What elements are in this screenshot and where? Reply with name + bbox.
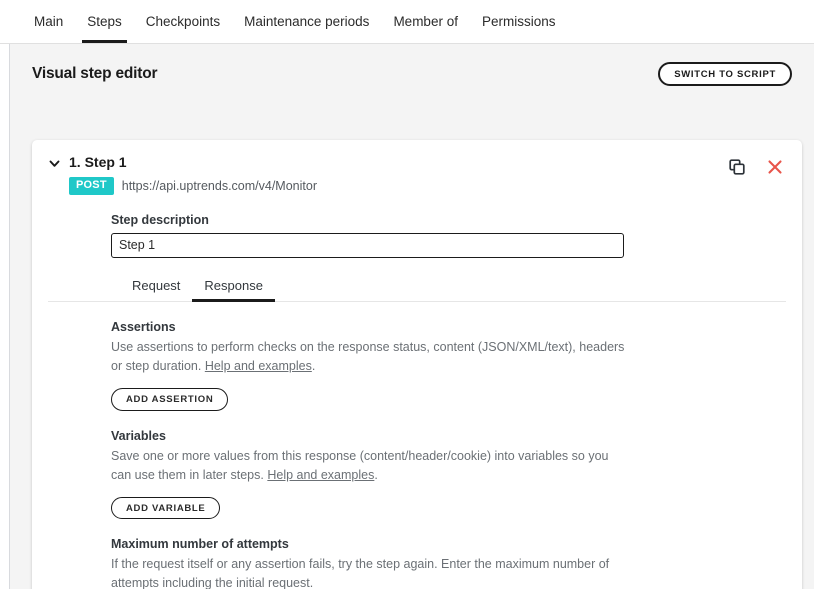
left-rail [0, 44, 10, 589]
variables-help-link[interactable]: Help and examples [267, 468, 374, 482]
status-badge: POST [69, 177, 114, 195]
assertions-title: Assertions [111, 319, 176, 334]
max-attempts-description: If the request itself or any assertion f… [111, 557, 610, 589]
copy-icon[interactable] [728, 158, 746, 176]
visual-step-editor-panel: Visual step editor SWITCH TO SCRIPT 1. S… [10, 44, 814, 589]
step-card: 1. Step 1 POST https://api.uptrends.com/… [32, 140, 802, 589]
tab-member-of-label: Member of [393, 14, 458, 29]
assertions-description: Use assertions to perform checks on the … [111, 338, 626, 376]
step-header: 1. Step 1 POST https://api.uptrends.com/… [32, 140, 802, 195]
tab-request-label: Request [132, 277, 181, 293]
assertions-description-suffix: . [311, 358, 316, 373]
tab-checkpoints-label: Checkpoints [145, 14, 221, 29]
max-attempts-section: Maximum number of attempts If the reques… [48, 537, 786, 589]
variables-description-suffix: . [374, 467, 378, 482]
variables-section: Variables Save one or more values from t… [48, 429, 786, 520]
tab-steps-label: Steps [87, 14, 122, 29]
assertions-section: Assertions Use assertions to perform che… [48, 320, 786, 411]
page-shell: Visual step editor SWITCH TO SCRIPT 1. S… [0, 44, 814, 589]
tab-request[interactable]: Request [120, 278, 192, 302]
add-assertion-button[interactable]: ADD ASSERTION [111, 388, 229, 411]
editor-header: Visual step editor SWITCH TO SCRIPT [10, 44, 814, 88]
main-tab-bar: Main Steps Checkpoints Maintenance perio… [0, 0, 814, 44]
step-description-input[interactable] [111, 232, 624, 258]
step-subtabs: Request Response [120, 278, 786, 302]
step-description-label: Step description [111, 212, 209, 227]
chevron-down-icon[interactable] [48, 154, 64, 175]
variables-title: Variables [111, 428, 166, 443]
tab-permissions[interactable]: Permissions [470, 0, 568, 43]
step-header-main: 1. Step 1 POST https://api.uptrends.com/… [64, 154, 728, 195]
tab-checkpoints[interactable]: Checkpoints [134, 0, 232, 43]
tab-permissions-label: Permissions [481, 14, 556, 29]
add-assertion-wrap: ADD ASSERTION [111, 388, 786, 411]
tab-member-of[interactable]: Member of [381, 0, 470, 43]
step-url: https://api.uptrends.com/v4/Monitor [121, 178, 317, 193]
tab-steps[interactable]: Steps [75, 0, 134, 43]
max-attempts-title: Maximum number of attempts [111, 537, 289, 552]
step-card-body: Step description Request Response Assert… [32, 213, 802, 589]
step-url-row: POST https://api.uptrends.com/v4/Monitor [69, 177, 728, 195]
tab-main-label: Main [34, 14, 64, 29]
tab-maintenance-periods[interactable]: Maintenance periods [232, 0, 381, 43]
switch-to-script-button[interactable]: SWITCH TO SCRIPT [658, 61, 792, 87]
variables-description: Save one or more values from this respon… [111, 447, 626, 485]
page-title: Visual step editor [32, 65, 158, 82]
add-variable-wrap: ADD VARIABLE [111, 496, 786, 520]
tab-response-label: Response [204, 277, 263, 293]
close-icon[interactable] [766, 158, 784, 176]
assertions-description-text: Use assertions to perform checks on the … [111, 339, 625, 373]
add-variable-button[interactable]: ADD VARIABLE [111, 496, 221, 520]
step-title: 1. Step 1 [69, 154, 127, 170]
tab-maintenance-periods-label: Maintenance periods [244, 14, 370, 29]
assertions-help-link[interactable]: Help and examples [205, 359, 312, 373]
step-actions [728, 154, 784, 176]
tab-response[interactable]: Response [192, 278, 275, 302]
tab-main[interactable]: Main [22, 0, 75, 43]
